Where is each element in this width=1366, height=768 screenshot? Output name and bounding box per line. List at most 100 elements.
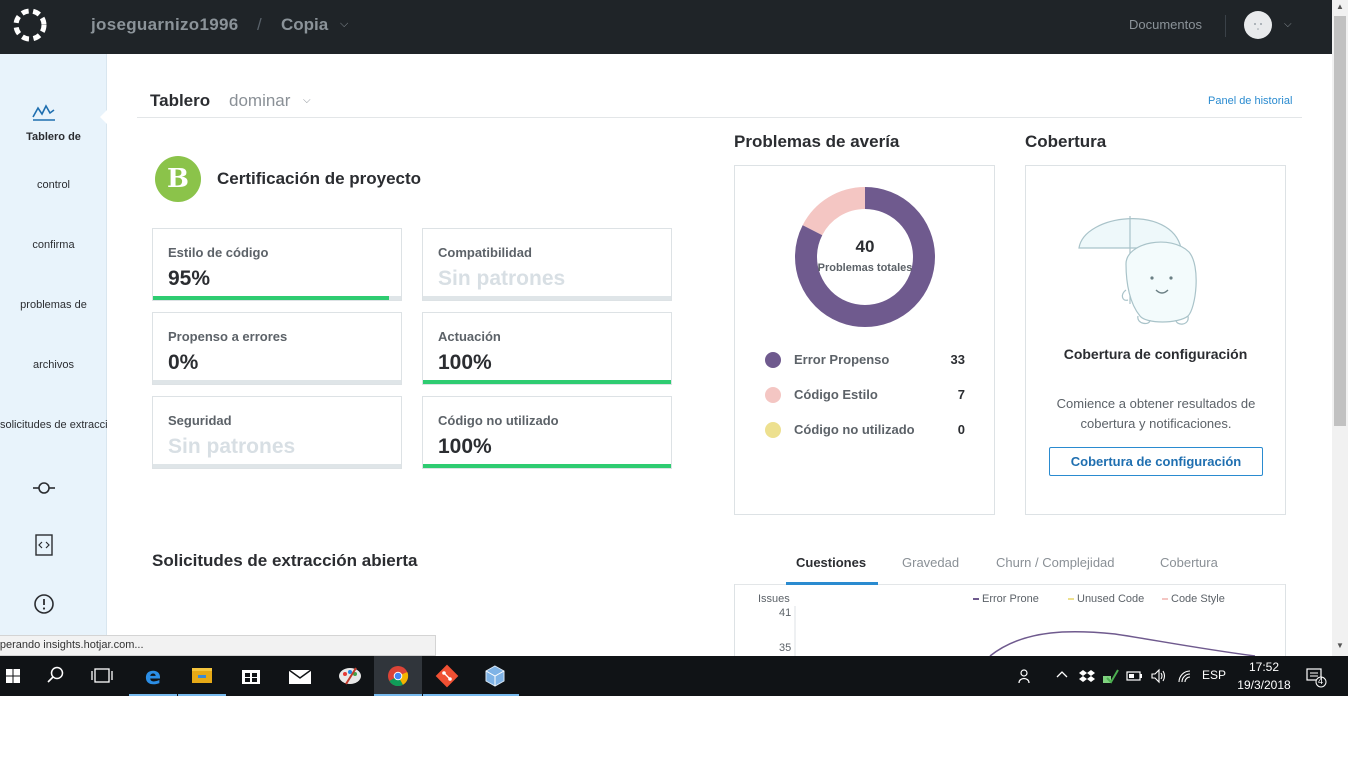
project-grade-badge: B	[155, 156, 201, 202]
metric-value: 95%	[168, 267, 211, 290]
active-indicator	[100, 110, 107, 124]
metric-card-performance[interactable]: Actuación 100%	[422, 312, 672, 385]
organization-name[interactable]: joseguarnizo1996	[91, 15, 238, 35]
avatar-face-icon	[1254, 23, 1262, 30]
sidebar-item-dashboard-cont[interactable]: control	[0, 179, 107, 191]
tab-churn-complexity[interactable]: Churn / Complejidad	[996, 555, 1115, 570]
sync-check-icon[interactable]	[1101, 667, 1119, 685]
mail-icon[interactable]	[276, 656, 324, 696]
scroll-thumb[interactable]	[1334, 16, 1346, 426]
sidebar-item-pull-requests[interactable]: solicitudes de extracción	[0, 419, 107, 431]
open-pull-requests-title: Solicitudes de extracción abierta	[152, 551, 418, 570]
metric-progress-fill	[423, 380, 671, 384]
legend-swatch	[1162, 598, 1168, 601]
coverage-setup-description: Comience a obtener resultados de cobertu…	[1056, 396, 1256, 431]
file-explorer-icon[interactable]	[178, 656, 226, 696]
documentation-link[interactable]: Documentos	[1129, 17, 1202, 32]
tab-issues[interactable]: Cuestiones	[796, 555, 866, 570]
search-icon[interactable]	[31, 656, 79, 696]
chart-legend-unused-code[interactable]: Unused Code	[1068, 593, 1144, 605]
metric-progress-bar	[423, 380, 671, 384]
alert-circle-icon[interactable]	[31, 591, 57, 617]
input-language-indicator[interactable]: ESP	[1202, 668, 1226, 682]
metric-value: 100%	[438, 435, 492, 458]
legend-label: Código Estilo	[794, 387, 878, 402]
legend-item-code-style[interactable]: Código Estilo 7	[765, 385, 965, 405]
series-line-error-prone	[989, 630, 1256, 657]
y-tick-label: 35	[779, 642, 792, 654]
legend-item-error-prone[interactable]: Error Propenso 33	[765, 350, 965, 370]
sidebar-item-files[interactable]: archivos	[0, 359, 107, 371]
chart-legend-code-style[interactable]: Code Style	[1162, 593, 1225, 605]
chrome-icon[interactable]	[374, 656, 422, 696]
history-panel-link[interactable]: Panel de historial	[1208, 95, 1292, 107]
people-icon[interactable]	[1017, 667, 1035, 685]
sidebar: Tablero de control confirma problemas de…	[0, 54, 107, 656]
git-icon[interactable]	[423, 656, 471, 696]
paint-icon[interactable]	[326, 656, 374, 696]
sidebar-item-commits[interactable]: confirma	[0, 239, 107, 251]
legend-label: Code Style	[1171, 593, 1225, 605]
chart-legend-error-prone[interactable]: Error Prone	[973, 593, 1039, 605]
svg-text:e: e	[145, 662, 161, 690]
metric-value: Sin patrones	[438, 267, 566, 290]
notification-center-icon[interactable]	[1305, 666, 1327, 688]
scroll-up-arrow-icon[interactable]: ▲	[1336, 2, 1344, 11]
chevron-down-icon[interactable]: ⌵	[1284, 19, 1292, 30]
branch-selector[interactable]: dominar	[229, 91, 290, 111]
legend-label: Unused Code	[1077, 593, 1145, 605]
legend-label: Error Propenso	[794, 352, 890, 367]
taskbar-clock-time[interactable]: 17:52	[1238, 660, 1290, 674]
chevron-down-icon[interactable]: ⌵	[340, 18, 348, 31]
user-avatar[interactable]	[1244, 11, 1272, 39]
battery-icon[interactable]	[1126, 669, 1144, 683]
tab-severity[interactable]: Gravedad	[902, 555, 959, 570]
dashboard-icon[interactable]	[31, 100, 57, 126]
virtualbox-icon[interactable]	[471, 656, 519, 696]
taskbar-clock-date[interactable]: 19/3/2018	[1232, 678, 1296, 692]
metric-label: Código no utilizado	[438, 413, 559, 428]
legend-label: Error Prone	[982, 593, 1039, 605]
metric-card-compatibility[interactable]: Compatibilidad Sin patrones	[422, 228, 672, 301]
chevron-down-icon[interactable]: ⌵	[303, 95, 311, 106]
metric-card-unused-code[interactable]: Código no utilizado 100%	[422, 396, 672, 469]
issues-breakdown-title: Problemas de avería	[734, 132, 900, 151]
scroll-down-arrow-icon[interactable]: ▼	[1336, 641, 1344, 650]
breadcrumb-separator: /	[257, 15, 262, 34]
coverage-setup-heading: Cobertura de configuración	[1063, 346, 1248, 362]
running-indicator	[423, 694, 471, 696]
legend-dot	[765, 352, 781, 368]
divider	[1225, 15, 1226, 37]
page-scrollbar[interactable]: ▲ ▼	[1332, 0, 1348, 656]
legend-item-unused-code[interactable]: Código no utilizado 0	[765, 420, 965, 440]
store-icon[interactable]	[227, 656, 275, 696]
code-file-icon[interactable]	[31, 532, 57, 558]
setup-coverage-button[interactable]: Cobertura de configuración	[1049, 447, 1263, 476]
issues-breakdown-card: 40 Problemas totales Error Propenso 33 C…	[734, 165, 995, 515]
legend-count: 0	[957, 422, 965, 437]
metric-card-code-style[interactable]: Estilo de código 95%	[152, 228, 402, 301]
browser-status-bar: Esperando insights.hotjar.com...	[0, 635, 436, 656]
page-title: Tablero	[150, 91, 211, 110]
task-view-icon[interactable]	[78, 656, 126, 696]
legend-label: Código no utilizado	[794, 422, 915, 437]
sidebar-item-dashboard[interactable]: Tablero de	[0, 131, 107, 143]
dropbox-icon[interactable]	[1079, 668, 1095, 684]
metric-card-security[interactable]: Seguridad Sin patrones	[152, 396, 402, 469]
top-navigation-bar: joseguarnizo1996 / Copia ⌵ Documentos ⌵	[0, 0, 1332, 54]
metric-label: Propenso a errores	[168, 329, 288, 344]
wifi-icon[interactable]	[1176, 668, 1194, 684]
codacy-logo-icon[interactable]	[12, 7, 48, 43]
tab-coverage[interactable]: Cobertura	[1160, 555, 1218, 570]
running-indicator	[129, 694, 177, 696]
repository-selector[interactable]: Copia	[281, 15, 328, 35]
total-issues-value: 40	[855, 237, 875, 256]
metric-value: 0%	[168, 351, 199, 374]
sidebar-item-issues[interactable]: problemas de	[0, 299, 107, 311]
metric-label: Estilo de código	[168, 245, 269, 260]
edge-icon[interactable]: e	[129, 656, 177, 696]
volume-icon[interactable]	[1150, 668, 1168, 684]
metric-card-error-prone[interactable]: Propenso a errores 0%	[152, 312, 402, 385]
chevron-up-icon[interactable]	[1055, 668, 1069, 682]
commit-icon[interactable]	[31, 475, 57, 501]
